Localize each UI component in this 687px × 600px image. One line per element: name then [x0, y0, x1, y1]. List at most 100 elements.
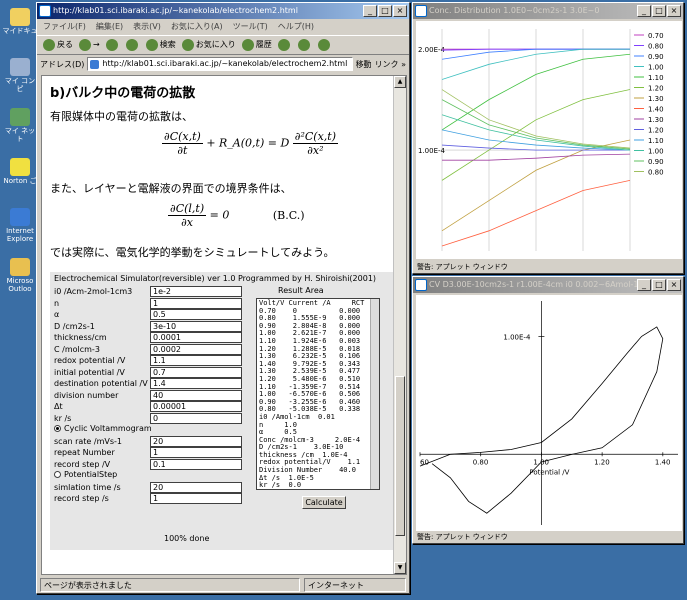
param-input[interactable]: 20	[150, 435, 242, 447]
toolbar-icon	[297, 39, 310, 51]
param-input[interactable]: 1	[150, 297, 242, 309]
param-row: α 0.5	[54, 309, 244, 320]
mode-radio[interactable]: Cyclic Voltammogram	[54, 424, 244, 435]
result-scrollbar[interactable]	[370, 299, 379, 489]
scroll-thumb[interactable]	[395, 376, 405, 536]
menu-item[interactable]: 表示(V)	[133, 19, 161, 35]
browser-titlebar[interactable]: http://klab01.sci.ibaraki.ac.jp/~kanekol…	[37, 3, 409, 19]
cv-maximize-button[interactable]: □	[652, 279, 666, 291]
desktop-icon[interactable]: Microso Outloo	[2, 258, 38, 293]
menu-item[interactable]: ファイル(F)	[43, 19, 86, 35]
minimize-button[interactable]: _	[363, 5, 377, 17]
param-row: repeat Number 1	[54, 447, 244, 458]
address-input[interactable]: http://klab01.sci.ibaraki.ac.jp/~kanekol…	[87, 57, 353, 71]
toolbar: 戻る → 検索 お気に入り 履歴	[37, 35, 409, 55]
param-input[interactable]: 0.00001	[150, 401, 242, 412]
desktop-app-icon	[10, 108, 30, 126]
x-tick-label: 0.80	[473, 458, 489, 466]
toolbar-button[interactable]	[317, 36, 332, 54]
radio-button[interactable]	[54, 425, 61, 432]
scroll-up-arrow[interactable]: ▲	[394, 76, 406, 88]
eq1-mid: + R_A(0,t) = D	[206, 136, 290, 150]
toolbar-icon	[145, 39, 158, 51]
toolbar-button[interactable]	[297, 36, 312, 54]
java-icon	[415, 279, 427, 291]
legend-label: 1.40	[648, 106, 664, 114]
links-button[interactable]: リンク »	[375, 59, 406, 70]
param-input[interactable]: 1	[150, 493, 242, 504]
address-label: アドレス(D)	[40, 59, 85, 69]
toolbar-button[interactable]: 履歴	[241, 36, 272, 54]
param-label: scan rate /mVs-1	[54, 436, 122, 446]
menu-item[interactable]: ヘルプ(H)	[278, 19, 314, 35]
toolbar-icon	[105, 39, 118, 51]
eq2-den: ∂x	[181, 216, 194, 229]
y-tick-label: 1.00E-4	[503, 333, 531, 341]
paragraph-3: では実際に、電気化学的挙動をシミュレートしてみよう。	[50, 246, 335, 259]
param-input[interactable]: 0.7	[150, 366, 242, 378]
toolbar-button[interactable]	[105, 36, 120, 54]
cv-close-button[interactable]: ×	[667, 279, 681, 291]
param-label: record step /s	[54, 494, 109, 503]
conc-close-button[interactable]: ×	[667, 5, 681, 17]
param-row: simlation time /s 20	[54, 481, 244, 493]
param-label: i0 /Acm-2mol-1cm3	[54, 287, 133, 296]
legend-label: 0.70	[648, 32, 664, 40]
menu-item[interactable]: お気に入り(A)	[171, 19, 223, 35]
param-input[interactable]: 0.1	[150, 458, 242, 470]
simulator-applet: Electrochemical Simulator(reversible) ve…	[50, 272, 394, 550]
go-button[interactable]: 移動	[356, 59, 372, 70]
desktop-icon[interactable]: Norton ご	[2, 158, 38, 185]
param-input[interactable]: 3e-10	[150, 320, 242, 332]
paragraph-1: 有限媒体中の電荷の拡散は、	[50, 110, 193, 123]
maximize-button[interactable]: □	[378, 5, 392, 17]
conc-titlebar[interactable]: Conc. Distribution 1.0E0~0cm2s-1 3.0E~0 …	[413, 3, 683, 19]
param-input[interactable]: 1.4	[150, 378, 242, 389]
radio-button[interactable]	[54, 471, 61, 478]
param-input[interactable]: 1e-2	[150, 286, 242, 297]
x-tick-label: 60	[420, 458, 429, 466]
desktop-icon[interactable]: マイドキュ	[2, 8, 38, 35]
toolbar-label: 検索	[159, 40, 176, 49]
browser-title: http://klab01.sci.ibaraki.ac.jp/~kanekol…	[53, 6, 298, 15]
desktop-icon[interactable]: マイ コンピ	[2, 58, 38, 93]
param-input[interactable]: 1.1	[150, 355, 242, 366]
cv-minimize-button[interactable]: _	[637, 279, 651, 291]
param-input[interactable]: 20	[150, 481, 242, 493]
toolbar-button[interactable]: 戻る	[43, 36, 73, 54]
param-input[interactable]: 1	[150, 447, 242, 458]
menu-item[interactable]: ツール(T)	[233, 19, 268, 35]
close-button[interactable]: ×	[393, 5, 407, 17]
menu-item[interactable]: 編集(E)	[96, 19, 123, 35]
java-icon	[415, 5, 427, 17]
param-row: division number 40	[54, 389, 244, 401]
desktop-icon[interactable]: Internet Explore	[2, 208, 38, 243]
paragraph-2: また、レイヤーと電解液の界面での境界条件は、	[50, 182, 292, 195]
param-input[interactable]: 0.0002	[150, 343, 242, 355]
toolbar-button[interactable]: 検索	[145, 36, 176, 54]
legend-label: 0.90	[648, 158, 664, 166]
result-area[interactable]: Volt/V Current /A RCT 0.70 0 0.000 0.80 1.…	[256, 298, 380, 490]
scroll-down-arrow[interactable]: ▼	[394, 562, 406, 574]
cv-titlebar[interactable]: CV D3.00E-10cm2s-1 r1.00E-4cm i0 0.002~6…	[413, 277, 683, 293]
param-input[interactable]: 40	[150, 389, 242, 401]
legend-label: 0.80	[648, 43, 664, 51]
desktop-icon-label: Internet Explore	[6, 227, 34, 243]
toolbar-button[interactable]	[125, 36, 140, 54]
menu-bar: ファイル(F) 編集(E) 表示(V) お気に入り(A) ツール(T) ヘルプ(H)	[37, 19, 409, 35]
toolbar-button[interactable]: →	[79, 36, 100, 54]
desktop-icon[interactable]: マイ ネット	[2, 108, 38, 143]
param-input[interactable]: 0	[150, 412, 242, 424]
eq1-rhs-num: ∂²C(x,t)	[292, 130, 338, 144]
conc-maximize-button[interactable]: □	[652, 5, 666, 17]
calculate-button[interactable]: Calculate	[302, 496, 346, 509]
param-input[interactable]: 0.5	[150, 309, 242, 320]
param-input[interactable]: 0.0001	[150, 332, 242, 343]
page-scrollbar[interactable]: ▲ ▼	[393, 76, 406, 574]
toolbar-button[interactable]	[277, 36, 292, 54]
x-tick-label: 1.20	[594, 458, 610, 466]
toolbar-button[interactable]: お気に入り	[181, 36, 236, 54]
legend-label: 1.00	[648, 148, 664, 156]
conc-minimize-button[interactable]: _	[637, 5, 651, 17]
mode-radio[interactable]: PotentialStep	[54, 470, 244, 481]
